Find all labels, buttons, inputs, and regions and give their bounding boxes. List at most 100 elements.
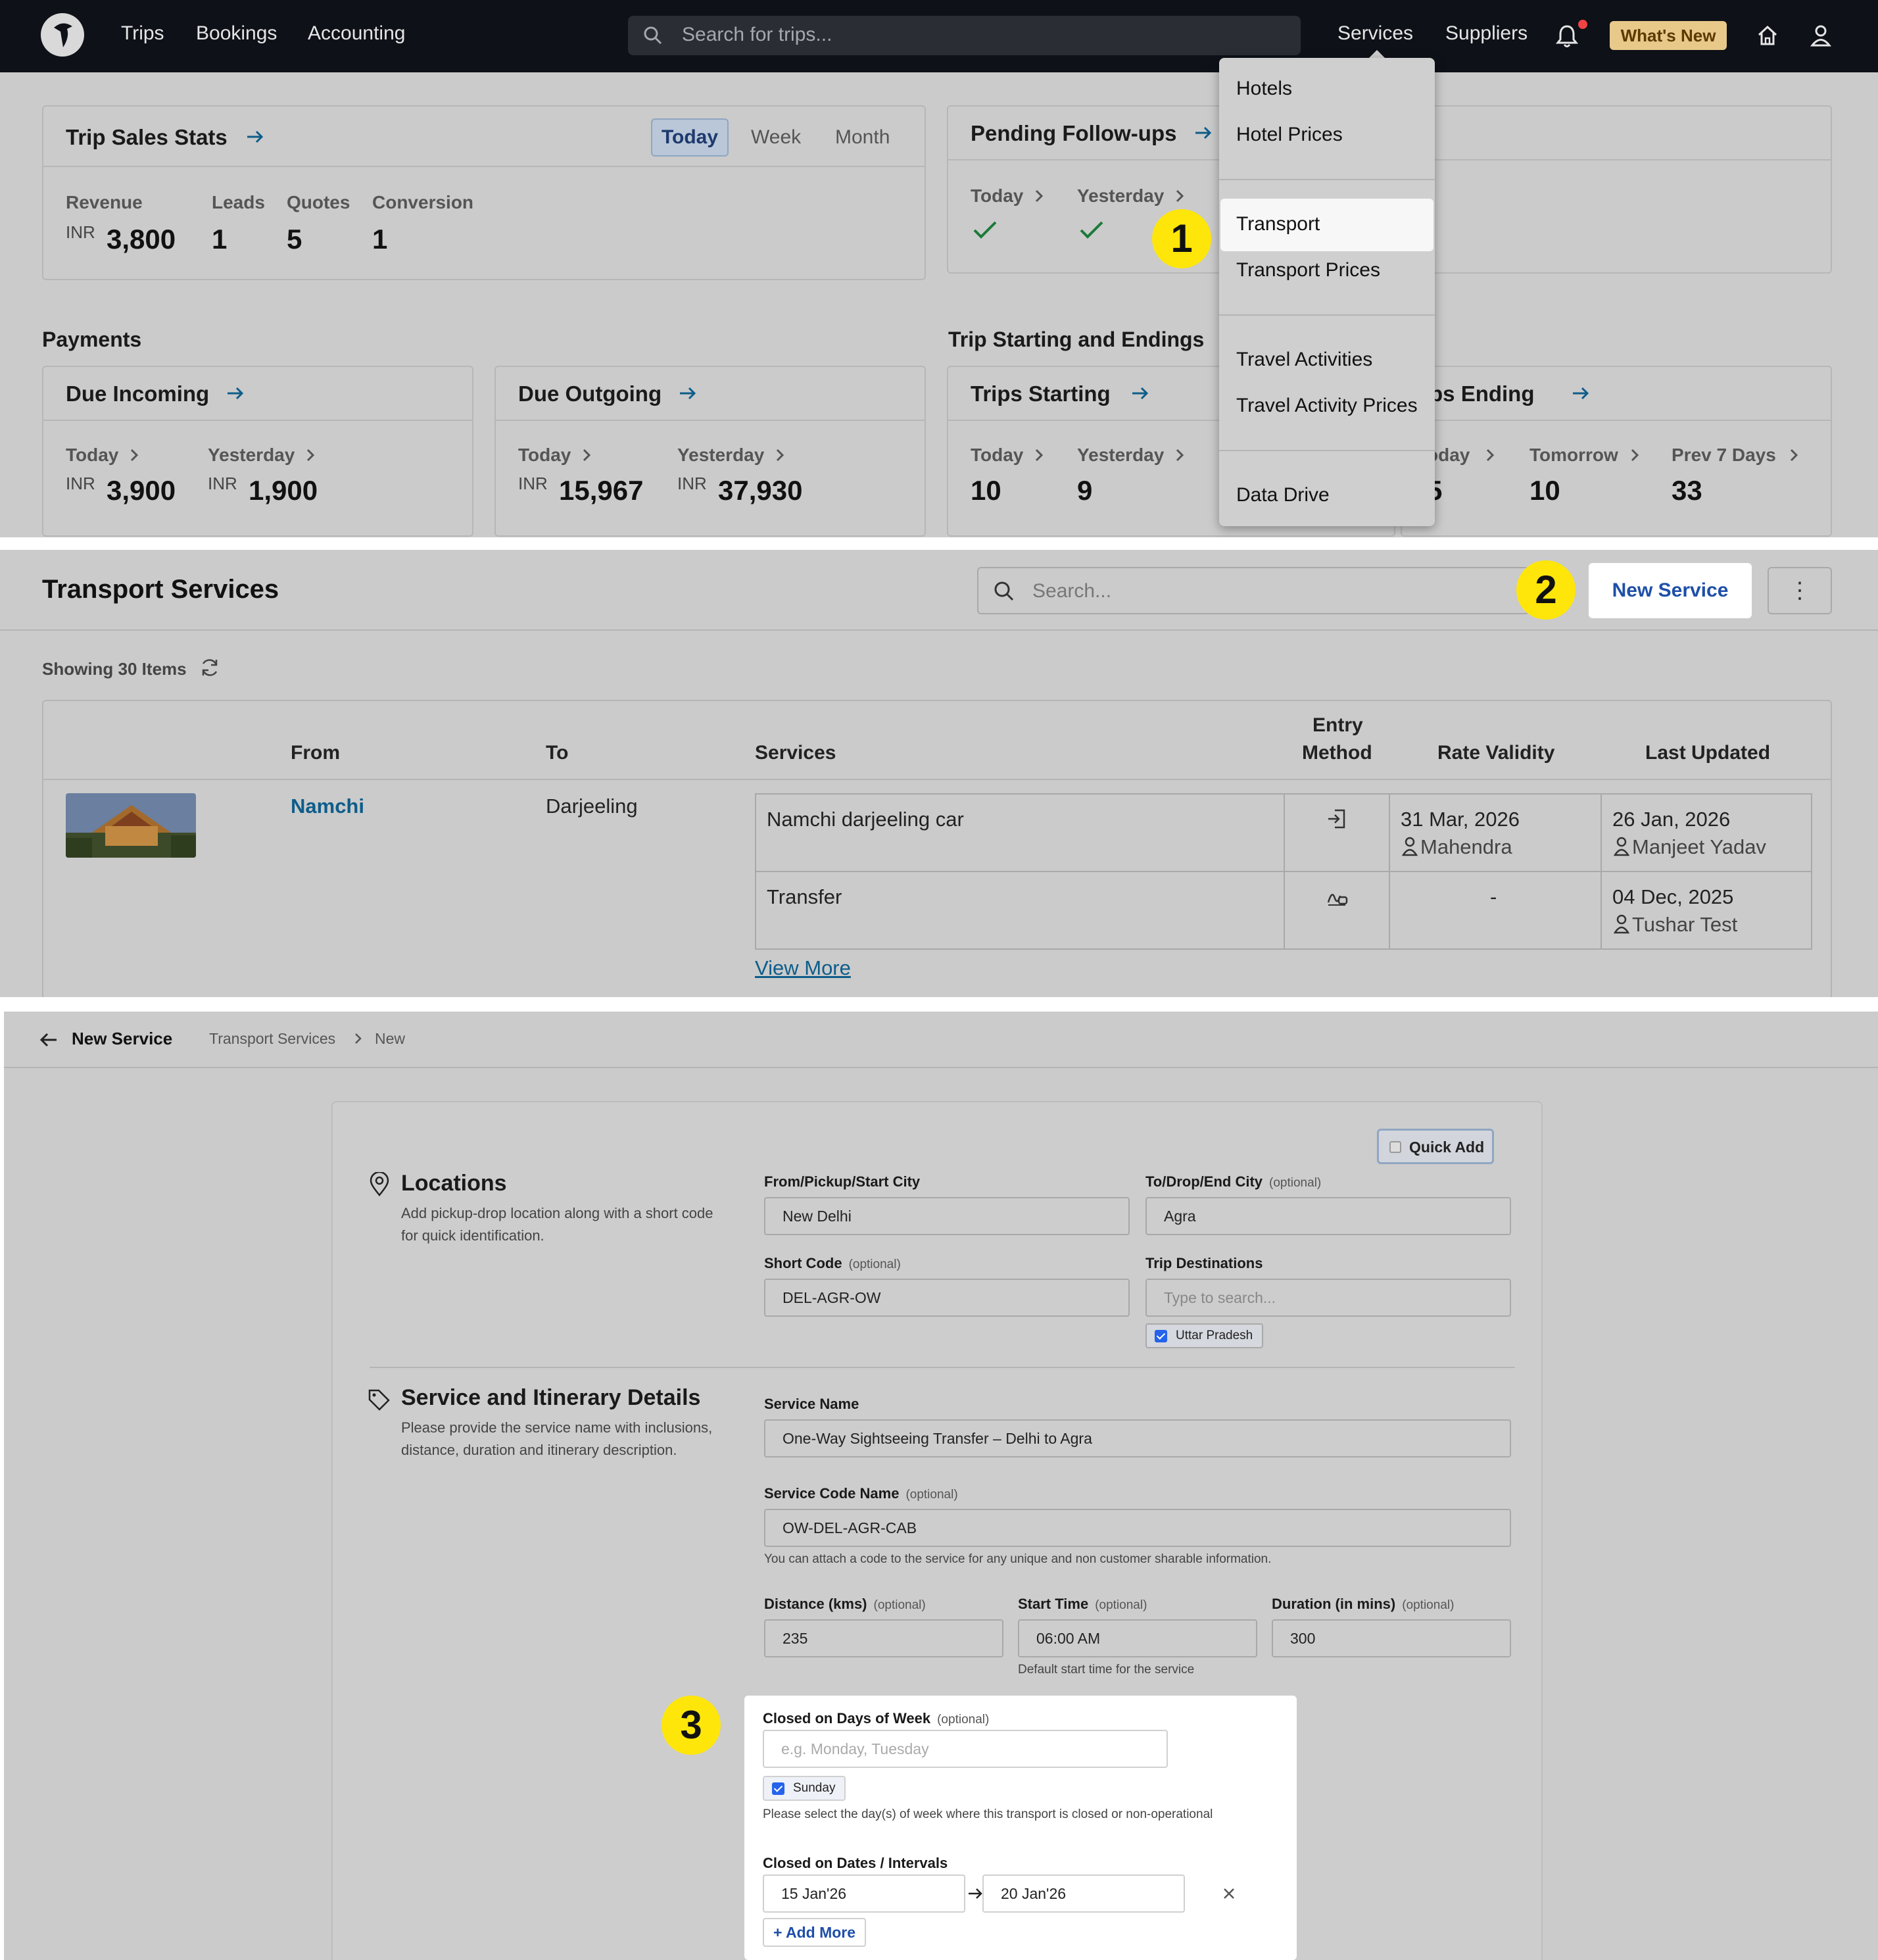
nav-services[interactable]: Services bbox=[1337, 22, 1413, 45]
top-navbar: Trips Bookings Accounting Search for tri… bbox=[0, 0, 1878, 72]
due-incoming-card: Due Incoming Today INR 3,900 Yesterday I… bbox=[42, 366, 473, 537]
stat-label-conversion: Conversion bbox=[372, 192, 474, 212]
due-incoming-yesterday-label[interactable]: Yesterday bbox=[208, 445, 295, 466]
tab-week[interactable]: Week bbox=[751, 126, 801, 149]
add-more-button[interactable]: + Add More bbox=[763, 1918, 867, 1947]
nav-accounting[interactable]: Accounting bbox=[308, 22, 405, 45]
refresh-icon[interactable] bbox=[199, 656, 221, 679]
duration-input[interactable]: 300 bbox=[1272, 1619, 1511, 1657]
user-icon bbox=[1614, 914, 1629, 934]
checkbox-checked-icon[interactable] bbox=[1155, 1330, 1167, 1342]
stat-value-leads: 1 bbox=[212, 224, 228, 255]
destination-thumbnail[interactable] bbox=[66, 793, 196, 858]
currency-prefix: INR bbox=[66, 474, 95, 493]
new-service-button[interactable]: New Service bbox=[1589, 563, 1752, 618]
nav-suppliers[interactable]: Suppliers bbox=[1445, 22, 1528, 45]
arrow-right-icon[interactable] bbox=[1130, 383, 1151, 404]
trips-starting-yesterday-label[interactable]: Yesterday bbox=[1077, 445, 1164, 466]
trips-ending-tomorrow-label[interactable]: Tomorrow bbox=[1529, 445, 1618, 466]
chevron-right-icon bbox=[775, 446, 786, 464]
user-icon[interactable] bbox=[1810, 24, 1832, 47]
transport-search-placeholder: Search... bbox=[1032, 580, 1112, 602]
back-arrow-icon[interactable] bbox=[38, 1030, 59, 1050]
service-name[interactable]: Namchi darjeeling car bbox=[767, 808, 964, 831]
duration-label: Duration (in mins) (optional) bbox=[1272, 1596, 1455, 1612]
trips-ending-tomorrow-value: 10 bbox=[1529, 475, 1560, 506]
quick-add-toggle[interactable]: Quick Add bbox=[1377, 1129, 1494, 1164]
view-more-link[interactable]: View More bbox=[755, 956, 851, 980]
menu-item-transport-prices[interactable]: Transport Prices bbox=[1236, 259, 1380, 282]
arrow-right-icon[interactable] bbox=[225, 383, 246, 404]
from-city-link[interactable]: Namchi bbox=[291, 795, 364, 818]
closed-days-input[interactable]: e.g. Monday, Tuesday bbox=[763, 1730, 1168, 1768]
transport-search-input[interactable]: Search... bbox=[977, 567, 1529, 614]
arrow-right-icon[interactable] bbox=[245, 126, 266, 147]
arrow-right-icon[interactable] bbox=[1570, 383, 1591, 404]
trip-sales-title: Trip Sales Stats bbox=[66, 125, 228, 149]
to-city: Darjeeling bbox=[546, 795, 638, 818]
quick-add-label: Quick Add bbox=[1409, 1139, 1485, 1156]
due-incoming-today-label[interactable]: Today bbox=[66, 445, 118, 466]
search-icon bbox=[644, 26, 662, 45]
service-name-input[interactable]: One-Way Sightseeing Transfer – Delhi to … bbox=[764, 1419, 1511, 1458]
due-outgoing-yesterday-label[interactable]: Yesterday bbox=[677, 445, 764, 466]
trip-destinations-label: Trip Destinations bbox=[1145, 1255, 1263, 1271]
service-name-label: Service Name bbox=[764, 1396, 859, 1412]
arrow-right-icon[interactable] bbox=[677, 383, 698, 404]
sunday-chip[interactable]: Sunday bbox=[763, 1776, 846, 1801]
menu-item-travel-activity-prices[interactable]: Travel Activity Prices bbox=[1236, 395, 1418, 417]
whats-new-button[interactable]: What's New bbox=[1610, 21, 1727, 50]
tab-today[interactable]: Today bbox=[651, 118, 729, 157]
chevron-right-icon bbox=[581, 446, 593, 464]
from-city-input[interactable]: New Delhi bbox=[764, 1197, 1130, 1235]
app-logo[interactable] bbox=[41, 13, 84, 57]
start-time-label: Start Time (optional) bbox=[1018, 1596, 1147, 1612]
closed-date-from-input[interactable]: 15 Jan'26 bbox=[763, 1874, 965, 1913]
chevron-right-icon bbox=[354, 1031, 363, 1046]
trip-destinations-input[interactable]: Type to search... bbox=[1145, 1279, 1511, 1317]
menu-item-travel-activities[interactable]: Travel Activities bbox=[1236, 349, 1372, 371]
due-outgoing-today-label[interactable]: Today bbox=[518, 445, 571, 466]
closed-date-to-input[interactable]: 20 Jan'26 bbox=[982, 1874, 1185, 1913]
service-details-title: Service and Itinerary Details bbox=[401, 1385, 701, 1410]
menu-item-hotels[interactable]: Hotels bbox=[1236, 78, 1292, 100]
breadcrumb-transport-services[interactable]: Transport Services bbox=[209, 1030, 335, 1048]
more-options-icon[interactable]: ⋮ bbox=[1768, 567, 1832, 614]
trips-starting-today-label[interactable]: Today bbox=[971, 445, 1023, 466]
column-header-from: From bbox=[291, 742, 340, 764]
nav-bookings[interactable]: Bookings bbox=[196, 22, 277, 45]
bell-icon[interactable] bbox=[1556, 24, 1578, 49]
trips-ending-prev7-label[interactable]: Prev 7 Days bbox=[1672, 445, 1776, 466]
short-code-input[interactable]: DEL-AGR-OW bbox=[764, 1279, 1130, 1317]
quick-add-checkbox[interactable] bbox=[1389, 1141, 1401, 1153]
service-code-input[interactable]: OW-DEL-AGR-CAB bbox=[764, 1509, 1511, 1547]
to-city-input[interactable]: Agra bbox=[1145, 1197, 1511, 1235]
global-search[interactable]: Search for trips... bbox=[628, 16, 1301, 55]
pending-yesterday-label[interactable]: Yesterday bbox=[1077, 185, 1164, 207]
distance-input[interactable]: 235 bbox=[764, 1619, 1003, 1657]
currency-prefix: INR bbox=[66, 222, 95, 242]
tab-month[interactable]: Month bbox=[835, 126, 890, 149]
services-dropdown-menu: Hotels Hotel Prices Transport Transport … bbox=[1219, 58, 1435, 526]
due-incoming-yesterday-value: 1,900 bbox=[249, 475, 318, 506]
new-service-panel: New Service Transport Services New Quick… bbox=[4, 1012, 1878, 1960]
step-badge-2: 2 bbox=[1516, 560, 1576, 620]
service-name[interactable]: Transfer bbox=[767, 885, 842, 909]
close-icon[interactable] bbox=[1222, 1886, 1236, 1901]
chevron-right-icon bbox=[305, 446, 317, 464]
nav-trips[interactable]: Trips bbox=[121, 22, 164, 45]
currency-prefix: INR bbox=[518, 474, 548, 493]
pending-today-label[interactable]: Today bbox=[971, 185, 1023, 207]
destination-chip[interactable]: Uttar Pradesh bbox=[1145, 1323, 1264, 1348]
menu-item-transport[interactable]: Transport bbox=[1236, 213, 1320, 235]
start-time-input[interactable]: 06:00 AM bbox=[1018, 1619, 1257, 1657]
trips-ending-card: rips Ending oday 5 Tomorrow 10 Prev 7 Da… bbox=[1401, 366, 1832, 537]
home-icon[interactable] bbox=[1756, 24, 1779, 47]
checkbox-checked-icon[interactable] bbox=[772, 1782, 784, 1795]
to-city-label: To/Drop/End City (optional) bbox=[1145, 1173, 1322, 1190]
location-pin-icon bbox=[368, 1172, 391, 1197]
trips-ending-prev7-value: 33 bbox=[1672, 475, 1702, 506]
arrow-right-icon[interactable] bbox=[1193, 122, 1214, 143]
menu-item-hotel-prices[interactable]: Hotel Prices bbox=[1236, 124, 1343, 146]
menu-item-data-drive[interactable]: Data Drive bbox=[1236, 484, 1330, 506]
